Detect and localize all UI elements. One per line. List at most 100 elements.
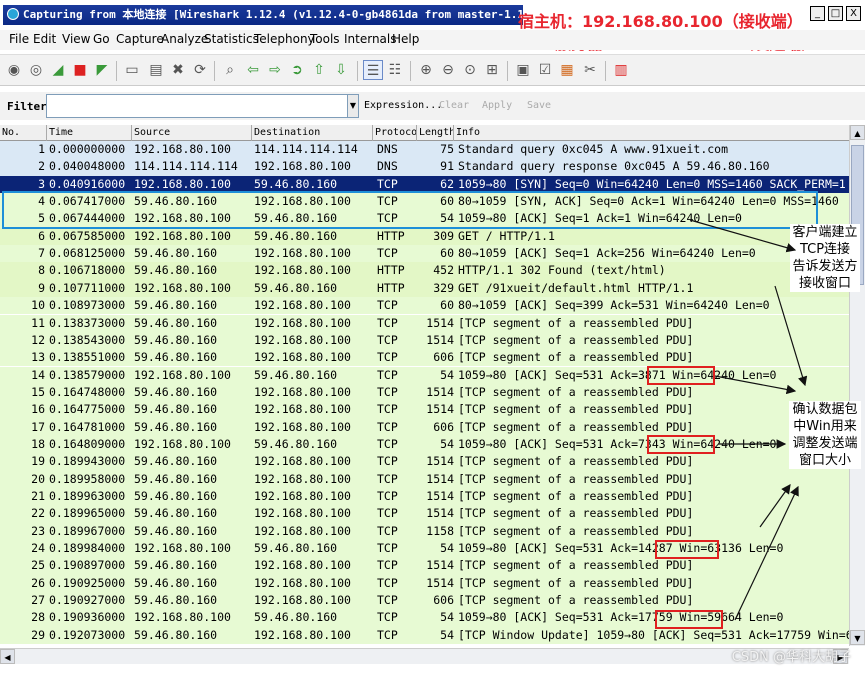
- packet-dst: 192.168.80.100: [254, 419, 351, 434]
- menu-capture[interactable]: Capture: [116, 32, 164, 46]
- column-info[interactable]: Info: [454, 125, 849, 141]
- display-filters-icon[interactable]: ☑: [535, 60, 555, 80]
- packet-proto: TCP: [377, 315, 398, 330]
- clear-button[interactable]: Clear: [439, 100, 469, 111]
- packet-row[interactable]: 24 0.189984000 192.168.80.100 59.46.80.160 T…: [0, 540, 849, 558]
- expression-button[interactable]: Expression...: [364, 100, 442, 111]
- packet-no: 15: [31, 384, 45, 399]
- stop-capture-icon[interactable]: ■: [70, 60, 90, 80]
- help-icon[interactable]: ▥: [611, 60, 631, 80]
- packet-time: 0.108973000: [49, 298, 126, 313]
- horizontal-scrollbar[interactable]: ◀ ▶: [0, 648, 849, 664]
- menu-telephony[interactable]: Telephony: [254, 32, 315, 46]
- preferences-icon[interactable]: ✂: [580, 60, 600, 80]
- packet-dst: 192.168.80.100: [254, 471, 351, 486]
- packet-row[interactable]: 2 0.040048000 114.114.114.114 192.168.80.10…: [0, 158, 849, 176]
- packet-row[interactable]: 1 0.000000000 192.168.80.100 114.114.114.11…: [0, 141, 849, 159]
- packet-row[interactable]: 13 0.138551000 59.46.80.160 192.168.80.100 T…: [0, 349, 849, 367]
- capture-filters-icon[interactable]: ▣: [513, 60, 533, 80]
- packet-row[interactable]: 21 0.189963000 59.46.80.160 192.168.80.100 T…: [0, 488, 849, 506]
- menu-edit[interactable]: Edit: [33, 32, 56, 46]
- packet-row[interactable]: 11 0.138373000 59.46.80.160 192.168.80.100 T…: [0, 314, 849, 332]
- zoom-in-icon[interactable]: ⊕: [416, 60, 436, 80]
- packet-proto: TCP: [377, 610, 398, 625]
- reload-icon[interactable]: ⟳: [190, 60, 210, 80]
- packet-row[interactable]: 7 0.068125000 59.46.80.160 192.168.80.100 TC…: [0, 245, 849, 263]
- packet-row[interactable]: 9 0.107711000 192.168.80.100 59.46.80.160 HT…: [0, 279, 849, 298]
- packet-info: [TCP Window Update] 1059→80 [ACK] Seq=53…: [458, 627, 849, 642]
- packet-dst: 192.168.80.100: [254, 523, 351, 538]
- packet-row[interactable]: 29 0.192073000 59.46.80.160 192.168.80.100 T…: [0, 626, 849, 645]
- column-time[interactable]: Time: [47, 125, 132, 141]
- go-to-packet-icon[interactable]: ➲: [287, 60, 307, 80]
- find-packet-icon[interactable]: ⌕: [220, 60, 240, 80]
- packet-info: [TCP segment of a reassembled PDU]: [458, 489, 694, 503]
- packet-row[interactable]: 15 0.164748000 59.46.80.160 192.168.80.100 T…: [0, 383, 849, 402]
- auto-scroll-icon[interactable]: ☷: [385, 60, 405, 80]
- menu-help[interactable]: Help: [392, 32, 419, 46]
- go-forward-icon[interactable]: ⇨: [265, 60, 285, 80]
- packet-row[interactable]: 18 0.164809000 192.168.80.100 59.46.80.160 T…: [0, 435, 849, 454]
- menu-statistics[interactable]: Statistics: [204, 32, 259, 46]
- packet-dst: 114.114.114.114: [254, 142, 358, 156]
- menu-internals[interactable]: Internals: [344, 32, 397, 46]
- options-icon[interactable]: ◎: [26, 60, 46, 80]
- vertical-scrollbar[interactable]: ▲ ▼: [849, 125, 865, 646]
- column-source[interactable]: Source: [132, 125, 252, 141]
- column-length[interactable]: Length: [417, 125, 454, 141]
- packet-row[interactable]: 20 0.189958000 59.46.80.160 192.168.80.100 T…: [0, 470, 849, 488]
- packet-row[interactable]: 26 0.190925000 59.46.80.160 192.168.80.100 T…: [0, 574, 849, 593]
- resize-columns-icon[interactable]: ⊞: [482, 60, 502, 80]
- packet-dst: 192.168.80.100: [254, 332, 351, 347]
- packet-row[interactable]: 17 0.164781000 59.46.80.160 192.168.80.100 T…: [0, 418, 849, 436]
- zoom-out-icon[interactable]: ⊖: [438, 60, 458, 80]
- packet-len: 1514: [426, 506, 454, 521]
- packet-row[interactable]: 25 0.190897000 59.46.80.160 192.168.80.100 T…: [0, 557, 849, 575]
- normal-size-icon[interactable]: ⊙: [460, 60, 480, 80]
- save-filter-button[interactable]: Save: [527, 100, 551, 111]
- last-packet-icon[interactable]: ⇩: [331, 60, 351, 80]
- packet-row[interactable]: 19 0.189943000 59.46.80.160 192.168.80.100 T…: [0, 453, 849, 471]
- packet-row[interactable]: 23 0.189967000 59.46.80.160 192.168.80.100 T…: [0, 522, 849, 540]
- menu-view[interactable]: View: [62, 32, 90, 46]
- scroll-left-icon[interactable]: ◀: [0, 649, 15, 664]
- packet-info: [TCP segment of a reassembled PDU]: [458, 332, 694, 347]
- scroll-down-icon[interactable]: ▼: [850, 630, 865, 645]
- packet-row[interactable]: 27 0.190927000 59.46.80.160 192.168.80.100 T…: [0, 592, 849, 610]
- close-file-icon[interactable]: ✖: [168, 60, 188, 80]
- packet-list-header: No. Time Source Destination Protocol Len…: [0, 125, 849, 141]
- save-file-icon[interactable]: ▤: [146, 60, 166, 80]
- go-back-icon[interactable]: ⇦: [243, 60, 263, 80]
- chevron-down-icon[interactable]: ▼: [347, 94, 359, 118]
- column-no[interactable]: No.: [0, 125, 47, 141]
- minimize-button[interactable]: _: [810, 6, 825, 21]
- menu-go[interactable]: Go: [93, 32, 110, 46]
- packet-row[interactable]: 16 0.164775000 59.46.80.160 192.168.80.100 T…: [0, 401, 849, 419]
- apply-button[interactable]: Apply: [482, 100, 512, 111]
- first-packet-icon[interactable]: ⇧: [309, 60, 329, 80]
- scroll-up-icon[interactable]: ▲: [850, 125, 865, 140]
- packet-row[interactable]: 22 0.189965000 59.46.80.160 192.168.80.100 T…: [0, 505, 849, 523]
- menu-tools[interactable]: Tools: [310, 32, 340, 46]
- start-capture-icon[interactable]: ◢: [48, 60, 68, 80]
- open-file-icon[interactable]: ▭: [122, 60, 142, 80]
- packet-row[interactable]: 14 0.138579000 192.168.80.100 59.46.80.160 T…: [0, 366, 849, 384]
- packet-row[interactable]: 12 0.138543000 59.46.80.160 192.168.80.100 T…: [0, 331, 849, 350]
- column-protocol[interactable]: Protocol: [373, 125, 417, 141]
- packet-row[interactable]: 10 0.108973000 59.46.80.160 192.168.80.100 T…: [0, 297, 849, 315]
- menu-file[interactable]: File: [9, 32, 29, 46]
- window-title: Capturing from 本地连接 [Wireshark 1.12.4 (v…: [23, 8, 523, 21]
- packet-src: 59.46.80.160: [134, 558, 218, 573]
- column-destination[interactable]: Destination: [252, 125, 373, 141]
- close-button[interactable]: X: [846, 6, 861, 21]
- restart-capture-icon[interactable]: ◤: [92, 60, 112, 80]
- packet-row[interactable]: 8 0.106718000 59.46.80.160 192.168.80.100 HT…: [0, 262, 849, 280]
- interfaces-icon[interactable]: ◉: [4, 60, 24, 80]
- colorize-icon[interactable]: ☰: [363, 60, 383, 80]
- filter-input[interactable]: [46, 94, 348, 118]
- packet-row[interactable]: 6 0.067585000 192.168.80.100 59.46.80.160 HT…: [0, 227, 849, 246]
- menu-analyze[interactable]: Analyze: [161, 32, 208, 46]
- maximize-button[interactable]: □: [828, 6, 843, 21]
- packet-time: 0.189965000: [49, 506, 126, 521]
- coloring-rules-icon[interactable]: ▦: [557, 60, 577, 80]
